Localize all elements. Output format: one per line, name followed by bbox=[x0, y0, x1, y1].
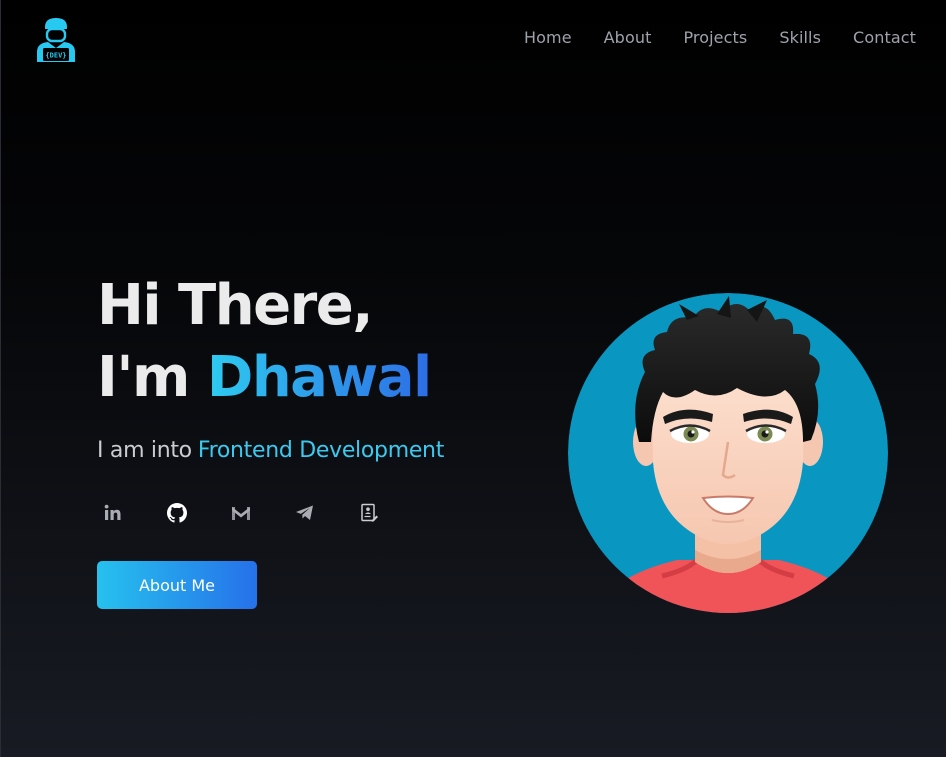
developer-logo-icon: {DEV} bbox=[37, 18, 75, 62]
nav-skills-link[interactable]: Skills bbox=[779, 28, 821, 47]
hero-headline: Hi There, I'm Dhawal bbox=[97, 270, 444, 414]
nav-projects-link[interactable]: Projects bbox=[683, 28, 747, 47]
github-icon bbox=[167, 503, 187, 523]
nav-about-link[interactable]: About bbox=[604, 28, 652, 47]
main-nav: Home About Projects Skills Contact bbox=[492, 28, 916, 47]
intro-text: I'm bbox=[97, 345, 207, 410]
linkedin-link[interactable] bbox=[97, 500, 129, 526]
nav-contact-link[interactable]: Contact bbox=[853, 28, 916, 47]
hero-section: Hi There, I'm Dhawal I am into Frontend D… bbox=[97, 270, 444, 463]
about-me-button[interactable]: About Me bbox=[97, 561, 257, 609]
social-links bbox=[97, 500, 417, 526]
linkedin-icon bbox=[104, 504, 121, 520]
resume-link[interactable] bbox=[353, 500, 385, 526]
telegram-icon bbox=[296, 505, 313, 520]
developer-avatar-illustration bbox=[568, 293, 888, 613]
hero-tagline: I am into Frontend Development bbox=[97, 438, 444, 463]
github-link[interactable] bbox=[161, 500, 193, 526]
tagline-typed-text: Frontend Development bbox=[197, 438, 445, 463]
tagline-prefix: I am into bbox=[97, 438, 192, 463]
hero-name: Dhawal bbox=[206, 345, 432, 410]
page-edge bbox=[0, 0, 1, 757]
gmail-icon bbox=[232, 507, 250, 520]
avatar bbox=[567, 292, 889, 614]
svg-text:{DEV}: {DEV} bbox=[45, 52, 66, 60]
nav-home-link[interactable]: Home bbox=[524, 28, 572, 47]
greeting-text: Hi There, bbox=[97, 273, 373, 338]
telegram-link[interactable] bbox=[289, 500, 321, 526]
gmail-link[interactable] bbox=[225, 500, 257, 526]
site-logo[interactable]: {DEV} bbox=[34, 16, 78, 64]
resume-icon bbox=[361, 503, 378, 522]
